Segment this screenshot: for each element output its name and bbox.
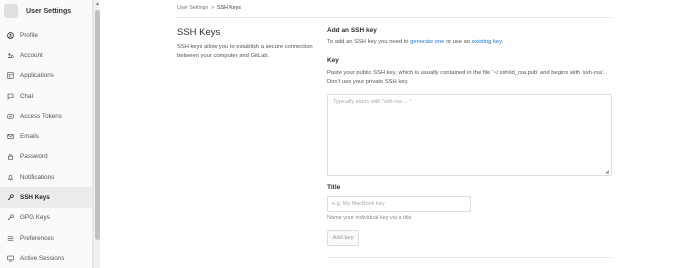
- sidebar-item-applications[interactable]: Applications: [0, 66, 92, 86]
- key-icon: [6, 213, 15, 222]
- bottom-divider: [327, 257, 612, 258]
- sidebar-item-gpg-keys[interactable]: GPG Keys: [0, 208, 92, 228]
- sidebar-item-label: Preferences: [20, 234, 54, 242]
- sidebar-item-label: SSH Keys: [20, 194, 50, 202]
- title-input[interactable]: [327, 196, 471, 212]
- section-description: SSH keys allow you to establish a secure…: [177, 44, 313, 59]
- sidebar-item-label: Access Tokens: [20, 112, 62, 120]
- chat-icon: [6, 92, 15, 101]
- sidebar-item-label: Notifications: [20, 173, 55, 181]
- breadcrumb-parent-link[interactable]: User Settings: [177, 5, 208, 11]
- sidebar-item-label: Active Sessions: [20, 254, 65, 262]
- sidebar-item-preferences[interactable]: Preferences: [0, 228, 92, 248]
- sidebar-header[interactable]: User Settings: [0, 0, 92, 22]
- account-icon: [6, 51, 15, 60]
- sidebar-item-chat[interactable]: Chat: [0, 86, 92, 106]
- resize-grip-icon[interactable]: ◢: [605, 169, 609, 175]
- sidebar-item-active-sessions[interactable]: Active Sessions: [0, 248, 92, 268]
- applications-icon: [6, 71, 15, 80]
- sidebar-item-notifications[interactable]: Notifications: [0, 167, 92, 187]
- lock-icon: [6, 152, 15, 161]
- add-key-intro: To add an SSH key you need to generate o…: [327, 39, 503, 45]
- bell-icon: [6, 173, 15, 182]
- email-icon: [6, 132, 15, 141]
- sidebar-item-label: Applications: [20, 72, 54, 80]
- key-field-label: Key: [327, 57, 339, 64]
- breadcrumb-separator: >: [211, 5, 215, 11]
- sidebar-item-label: Chat: [20, 92, 34, 100]
- sidebar-scrollbar[interactable]: ▲: [93, 0, 100, 268]
- sidebar-item-label: GPG Keys: [20, 214, 50, 222]
- breadcrumb-divider: [177, 17, 612, 18]
- preferences-icon: [6, 234, 15, 243]
- intro-text: To add an SSH key you need to: [327, 39, 411, 45]
- sidebar-item-ssh-keys[interactable]: SSH Keys: [0, 187, 92, 208]
- intro-text: .: [501, 39, 504, 45]
- sidebar-item-profile[interactable]: Profile: [0, 25, 92, 45]
- sidebar-item-password[interactable]: Password: [0, 147, 92, 167]
- sidebar-item-emails[interactable]: Emails: [0, 126, 92, 146]
- sessions-icon: [6, 254, 15, 263]
- existing-key-link[interactable]: existing key: [472, 39, 502, 45]
- token-icon: [6, 112, 15, 121]
- title-field-label: Title: [327, 184, 341, 191]
- intro-text: or use an: [444, 39, 472, 45]
- key-icon: [6, 193, 15, 202]
- page-title: SSH Keys: [177, 27, 221, 38]
- title-field-help: Name your individual key via a title: [327, 215, 412, 221]
- sidebar-item-label: Emails: [20, 133, 39, 141]
- add-key-button[interactable]: Add key: [327, 230, 359, 246]
- sidebar-item-account[interactable]: Account: [0, 45, 92, 65]
- sidebar-title: User Settings: [26, 7, 72, 15]
- sidebar-item-label: Password: [20, 153, 48, 161]
- sidebar-item-label: Profile: [20, 31, 38, 39]
- key-field-help: Paste your public SSH key, which is usua…: [327, 70, 605, 85]
- breadcrumb-current[interactable]: SSH Keys: [217, 5, 241, 11]
- profile-icon: [6, 31, 15, 40]
- scroll-up-arrow-icon[interactable]: ▲: [94, 0, 101, 8]
- key-textarea[interactable]: [327, 94, 612, 176]
- scroll-thumb[interactable]: [95, 10, 100, 240]
- breadcrumb: User Settings > SSH Keys: [177, 5, 241, 11]
- avatar: [4, 4, 18, 18]
- sidebar: User Settings Profile Account Applicatio…: [0, 0, 93, 268]
- sidebar-item-access-tokens[interactable]: Access Tokens: [0, 106, 92, 126]
- add-key-heading: Add an SSH key: [327, 27, 377, 34]
- sidebar-item-label: Account: [20, 51, 43, 59]
- sidebar-list: Profile Account Applications Chat Access…: [0, 25, 92, 268]
- generate-one-link[interactable]: generate one: [410, 39, 444, 45]
